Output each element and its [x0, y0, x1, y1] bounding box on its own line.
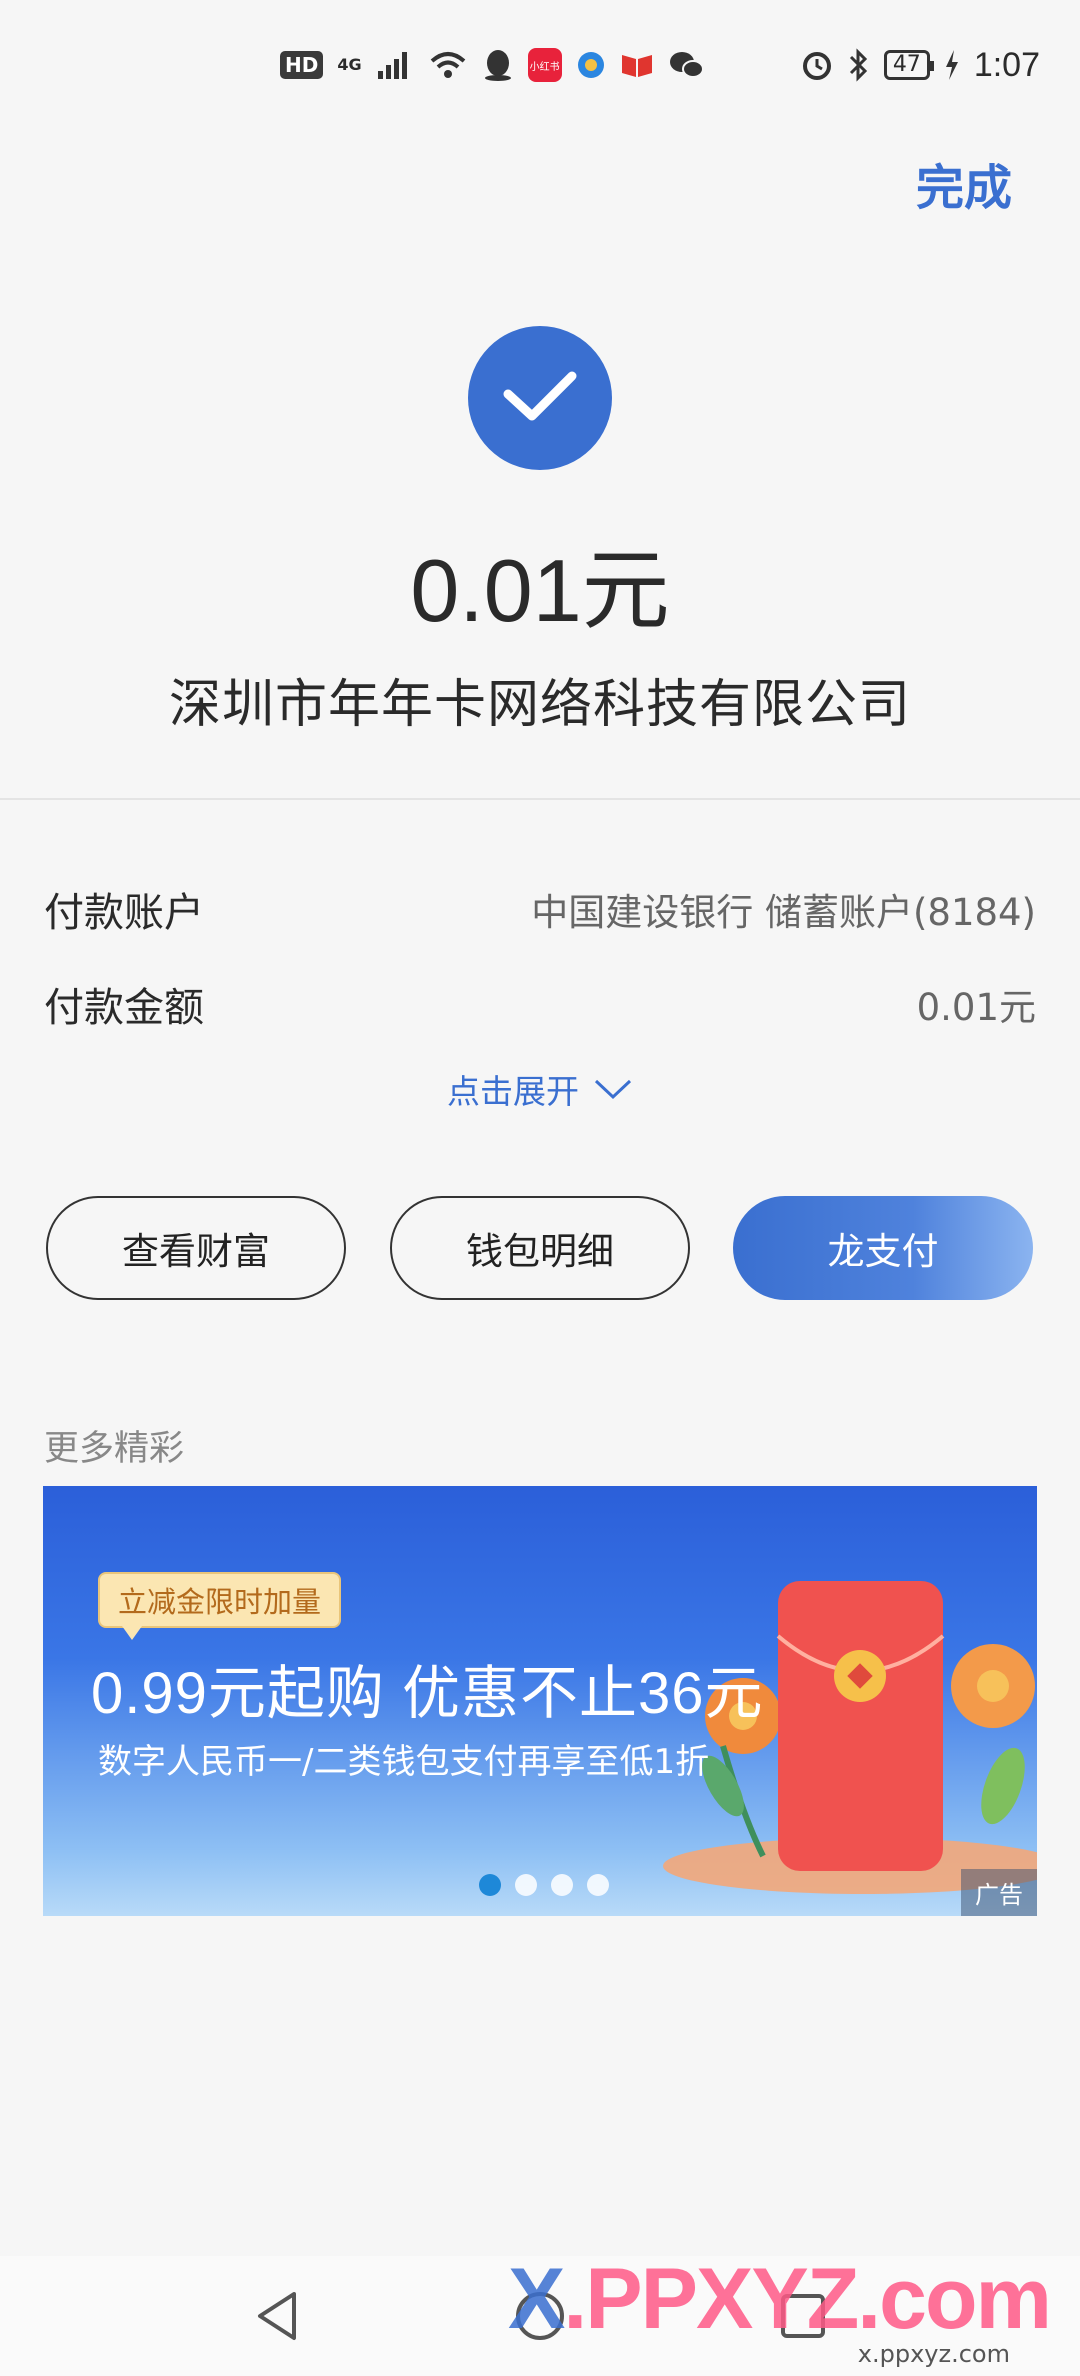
expand-label: 点击展开	[447, 1072, 579, 1111]
detail-value: 中国建设银行 储蓄账户(8184)	[531, 891, 1036, 934]
bluetooth-icon	[849, 48, 867, 82]
payment-amount: 0.01元	[410, 541, 670, 640]
more-section-title: 更多精彩	[44, 1429, 185, 1469]
carousel-dot[interactable]	[587, 1874, 609, 1896]
battery-indicator: 47	[883, 50, 934, 80]
watermark-logo: X.PPXYZ.com	[508, 2250, 1052, 2349]
carousel-dot[interactable]	[479, 1874, 501, 1896]
wechat-icon	[669, 52, 704, 78]
carousel-dot[interactable]	[551, 1874, 573, 1896]
flower-right-icon	[951, 1644, 1035, 1825]
detail-label: 付款账户	[44, 890, 204, 936]
carousel-indicator	[479, 1874, 609, 1896]
detail-value: 0.01元	[916, 986, 1036, 1029]
ad-label: 广告	[961, 1869, 1037, 1916]
watermark-brand-rest: .PPXYZ.com	[563, 2251, 1052, 2347]
wallet-details-button[interactable]: 钱包明细	[390, 1196, 690, 1300]
banner-headline: 0.99元起购 优惠不止36元	[91, 1661, 764, 1726]
detail-row-amount: 付款金额 0.01元	[44, 975, 1036, 1033]
divider	[0, 798, 1080, 800]
promo-banner[interactable]: 立减金限时加量 0.99元起购 优惠不止36元 数字人民币一/二类钱包支付再享至…	[43, 1486, 1037, 1916]
back-icon[interactable]	[252, 2288, 302, 2344]
xiaohongshu-icon: 小红书	[527, 48, 562, 82]
red-envelope-icon	[776, 1581, 945, 1871]
watermark-brand-main: X	[508, 2251, 565, 2347]
chevron-down-icon	[594, 1079, 632, 1100]
expand-button[interactable]: 点击展开	[0, 1065, 1080, 1113]
status-bar: HD 4G 小红书 47 1:07	[0, 0, 1080, 130]
merchant-name: 深圳市年年卡网络科技有限公司	[168, 675, 911, 735]
book-icon	[621, 55, 652, 77]
charging-icon	[945, 50, 958, 80]
success-check-icon	[468, 326, 612, 470]
long-pay-button[interactable]: 龙支付	[733, 1196, 1033, 1300]
checkmark-icon	[503, 371, 577, 421]
done-button[interactable]: 完成	[916, 148, 1012, 218]
wifi-icon	[430, 52, 465, 78]
banner-tag: 立减金限时加量	[98, 1572, 342, 1640]
hd-indicator: HD	[280, 51, 324, 79]
alarm-icon	[802, 52, 831, 80]
detail-row-account: 付款账户 中国建设银行 储蓄账户(8184)	[44, 880, 1036, 938]
signal-icon	[377, 52, 407, 79]
browser-icon	[577, 52, 604, 78]
clock: 1:07	[973, 45, 1040, 84]
network-type: 4G	[337, 55, 362, 74]
banner-subline: 数字人民币一/二类钱包支付再享至低1折	[98, 1742, 710, 1782]
status-bar-left: HD 4G 小红书	[280, 48, 704, 82]
status-bar-right: 47 1:07	[800, 46, 1040, 85]
qq-icon	[484, 50, 511, 81]
watermark-url: x.ppxyz.com	[857, 2340, 1010, 2368]
view-wealth-button[interactable]: 查看财富	[46, 1196, 346, 1300]
carousel-dot[interactable]	[515, 1874, 537, 1896]
detail-label: 付款金额	[44, 985, 204, 1031]
